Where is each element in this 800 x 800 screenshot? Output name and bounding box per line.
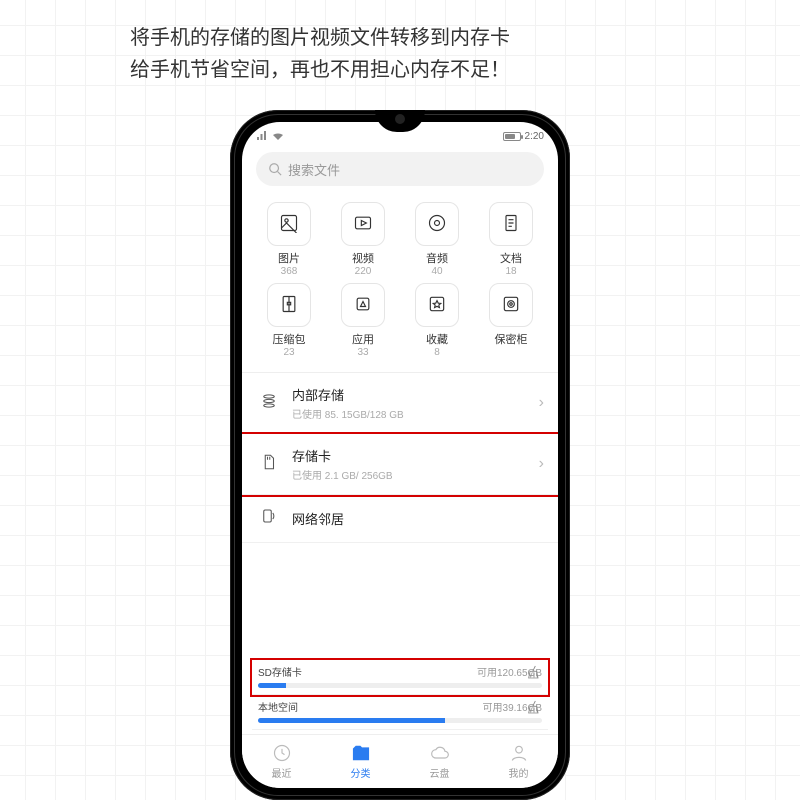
category-grid: 图片 368 视频 220 音频 40 文档 18 压缩包 23	[242, 192, 558, 372]
cat-count: 40	[431, 266, 442, 277]
row-network[interactable]: 网络邻居	[242, 495, 558, 543]
doc-icon	[501, 213, 521, 236]
sd-card-icon	[260, 453, 278, 476]
chevron-right-icon: ›	[539, 394, 544, 412]
status-time: 2:20	[525, 131, 544, 142]
cat-archives[interactable]: 压缩包 23	[252, 283, 326, 358]
internal-storage-icon	[260, 392, 278, 415]
clean-icon[interactable]	[526, 699, 542, 715]
row-sd-card[interactable]: 存储卡 已使用 2.1 GB/ 256GB ›	[242, 434, 558, 495]
clean-icon[interactable]	[526, 664, 542, 680]
cat-fav[interactable]: 收藏 8	[400, 283, 474, 358]
cat-safe[interactable]: 保密柜	[474, 283, 548, 358]
usage-sd[interactable]: SD存储卡 可用120.65GB	[252, 660, 548, 695]
usage-fill	[258, 718, 445, 723]
row-subtitle: 已使用 2.1 GB/ 256GB	[292, 467, 539, 482]
nav-category[interactable]: 分类	[321, 735, 400, 788]
phone-frame: 2:20 搜索文件 图片 368 视频 220 音频 40	[230, 110, 570, 800]
phone-screen: 2:20 搜索文件 图片 368 视频 220 音频 40	[242, 122, 558, 788]
nav-mine[interactable]: 我的	[479, 735, 558, 788]
cat-audio[interactable]: 音频 40	[400, 202, 474, 277]
cat-images[interactable]: 图片 368	[252, 202, 326, 277]
image-icon	[279, 213, 299, 236]
battery-icon	[503, 132, 521, 141]
headline: 将手机的存储的图片视频文件转移到内存卡 给手机节省空间，再也不用担心内存不足！	[0, 0, 800, 86]
cat-count: 23	[283, 347, 294, 358]
headline-line2: 给手机节省空间，再也不用担心内存不足！	[130, 54, 800, 86]
video-icon	[353, 213, 373, 236]
row-internal-storage[interactable]: 内部存储 已使用 85. 15GB/128 GB ›	[242, 373, 558, 434]
cat-video[interactable]: 视频 220	[326, 202, 400, 277]
usage-title: 本地空间	[258, 699, 298, 714]
usage-bar	[258, 683, 542, 688]
cat-label: 文档	[500, 250, 522, 266]
headline-line1: 将手机的存储的图片视频文件转移到内存卡	[130, 22, 800, 54]
usage-fill	[258, 683, 286, 688]
row-title: 内部存储	[292, 385, 539, 404]
safe-icon	[501, 294, 521, 317]
nav-recent[interactable]: 最近	[242, 735, 321, 788]
cat-label: 音频	[426, 250, 448, 266]
storage-list: 内部存储 已使用 85. 15GB/128 GB › 存储卡 已使用 2.1 G…	[242, 372, 558, 543]
bottom-nav: 最近 分类 云盘 我的	[242, 734, 558, 788]
cat-label: 收藏	[426, 331, 448, 347]
usage-title: SD存储卡	[258, 664, 302, 679]
nav-label: 分类	[351, 765, 371, 780]
archive-icon	[279, 294, 299, 317]
cat-label: 图片	[278, 250, 300, 266]
cat-count: 8	[434, 347, 440, 358]
cat-label: 压缩包	[273, 331, 306, 347]
cat-docs[interactable]: 文档 18	[474, 202, 548, 277]
cat-label: 视频	[352, 250, 374, 266]
wifi-icon	[272, 131, 284, 141]
cat-count: 368	[281, 266, 298, 277]
signal-icon	[256, 131, 268, 141]
row-subtitle: 已使用 85. 15GB/128 GB	[292, 406, 539, 421]
usage-local[interactable]: 本地空间 可用39.16GB	[252, 695, 548, 730]
star-icon	[427, 294, 447, 317]
cat-apps[interactable]: 应用 33	[326, 283, 400, 358]
usage-block: SD存储卡 可用120.65GB 本地空间 可用39.16GB	[242, 656, 558, 734]
cat-count: 18	[505, 266, 516, 277]
row-title: 存储卡	[292, 446, 539, 465]
search-input[interactable]: 搜索文件	[256, 152, 544, 186]
nav-label: 最近	[272, 765, 292, 780]
search-placeholder: 搜索文件	[288, 160, 340, 179]
audio-icon	[427, 213, 447, 236]
cat-count: 33	[357, 347, 368, 358]
chevron-right-icon: ›	[539, 455, 544, 473]
usage-bar	[258, 718, 542, 723]
nav-label: 我的	[509, 765, 529, 780]
app-icon	[353, 294, 373, 317]
search-icon	[268, 162, 282, 176]
cat-label: 应用	[352, 331, 374, 347]
nav-label: 云盘	[430, 765, 450, 780]
network-icon	[260, 507, 278, 530]
nav-cloud[interactable]: 云盘	[400, 735, 479, 788]
row-title: 网络邻居	[292, 509, 544, 528]
cat-count: 220	[355, 266, 372, 277]
cat-label: 保密柜	[495, 331, 528, 347]
